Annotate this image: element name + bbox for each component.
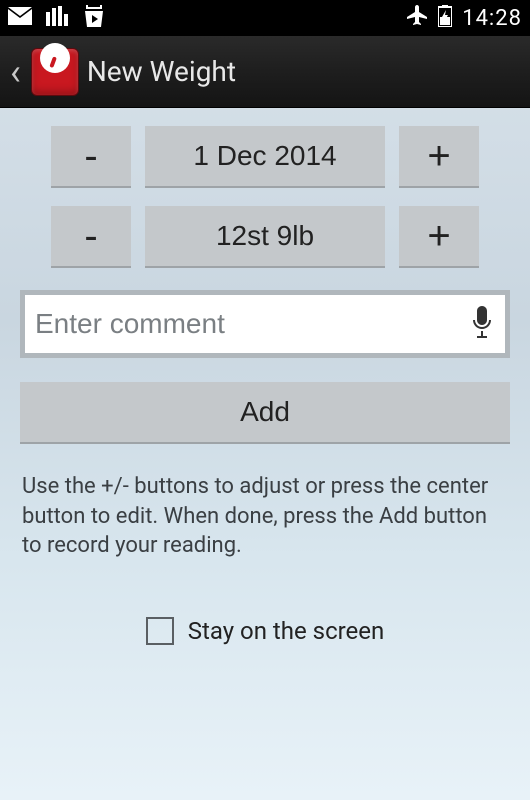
date-value-button[interactable]: 1 Dec 2014 <box>145 126 385 188</box>
weight-minus-button[interactable]: - <box>51 206 131 268</box>
bars-icon <box>46 6 68 31</box>
status-time: 14:28 <box>462 6 522 31</box>
battery-charging-icon <box>438 5 452 32</box>
date-stepper: - 1 Dec 2014 + <box>20 126 510 188</box>
date-plus-button[interactable]: + <box>399 126 479 188</box>
app-bar: ‹ New Weight <box>0 36 530 108</box>
content: - 1 Dec 2014 + - 12st 9lb + Add Use the … <box>0 108 530 645</box>
comment-input[interactable] <box>35 308 469 340</box>
mic-icon[interactable] <box>469 306 495 342</box>
stay-on-screen-row: Stay on the screen <box>20 617 510 645</box>
comment-field-wrap <box>20 290 510 358</box>
weight-stepper: - 12st 9lb + <box>20 206 510 268</box>
page-title: New Weight <box>87 55 236 88</box>
status-bar: 14:28 <box>0 0 530 36</box>
hint-text: Use the +/- buttons to adjust or press t… <box>20 472 510 561</box>
weight-value-button[interactable]: 12st 9lb <box>145 206 385 268</box>
weight-plus-button[interactable]: + <box>399 206 479 268</box>
airplane-icon <box>406 5 428 32</box>
app-icon[interactable] <box>31 48 79 96</box>
stay-checkbox[interactable] <box>146 617 174 645</box>
stay-checkbox-label: Stay on the screen <box>188 617 385 645</box>
date-minus-button[interactable]: - <box>51 126 131 188</box>
add-button[interactable]: Add <box>20 382 510 444</box>
back-icon[interactable]: ‹ <box>8 54 23 90</box>
play-store-icon <box>82 5 106 32</box>
mail-icon <box>8 6 32 30</box>
